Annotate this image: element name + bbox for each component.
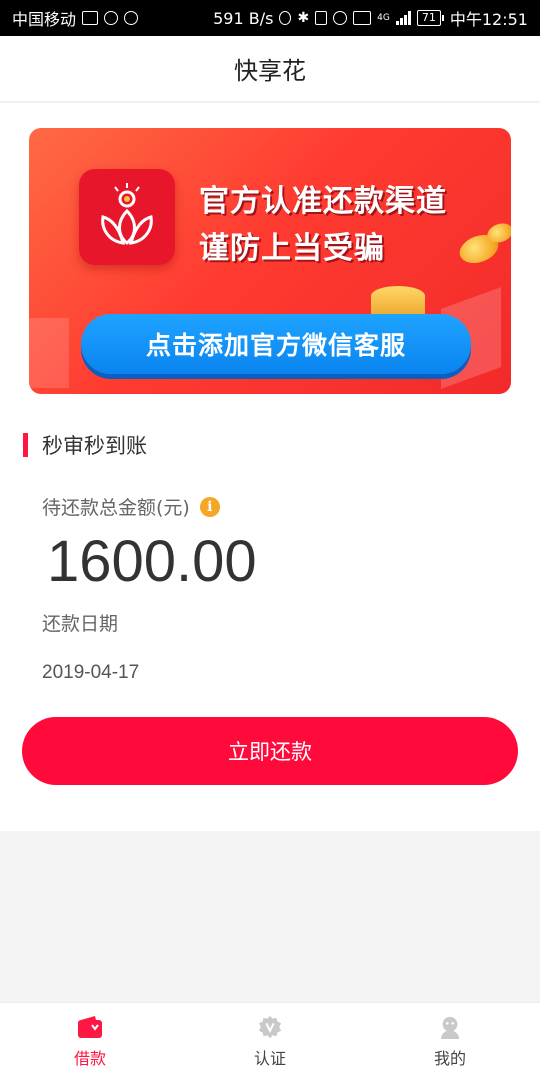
repay-now-button[interactable]: 立即还款 (22, 717, 518, 785)
amount-label: 待还款总金额(元) (42, 497, 190, 519)
clock: 中午12:51 (449, 10, 528, 29)
page-title: 快享花 (234, 57, 306, 85)
section-header: 秒审秒到账 (23, 431, 147, 459)
section-title: 秒审秒到账 (42, 434, 147, 458)
nav-item-mine[interactable]: 我的 (360, 1003, 540, 1080)
user-icon (440, 1016, 460, 1039)
due-date-label: 还款日期 (42, 613, 119, 635)
banner-headline: 官方认准还款渠道 (199, 184, 447, 219)
message-icon (124, 11, 139, 25)
vibrate-icon (315, 11, 328, 25)
nav-label-loan: 借款 (73, 1048, 106, 1068)
verified-badge-icon (258, 1015, 282, 1038)
bluetooth-icon: ✱ (297, 10, 310, 26)
lotus-logo-icon (79, 169, 175, 265)
amount-value: 1600.00 (47, 529, 257, 594)
signal-icon (395, 11, 411, 25)
battery-level: 71 (416, 10, 441, 26)
location-icon (279, 11, 292, 25)
nav-label-verify: 认证 (253, 1048, 286, 1068)
amount-label-row: 待还款总金额(元) i (42, 493, 220, 520)
nav-item-loan[interactable]: 借款 (0, 1003, 180, 1080)
carrier-label: 中国移动 (12, 10, 77, 29)
nav-item-verify[interactable]: 认证 (180, 1003, 360, 1080)
main-content: 官方认准还款渠道 谨防上当受骗 点击添加官方微信客服 秒审秒到账 待还款总金额(… (0, 103, 540, 831)
due-date-value: 2019-04-17 (42, 662, 140, 683)
nav-label-mine: 我的 (433, 1048, 466, 1068)
promo-banner[interactable]: 官方认准还款渠道 谨防上当受骗 点击添加官方微信客服 (29, 128, 511, 394)
network-type: 4G (377, 13, 390, 23)
wallet-icon (78, 1015, 102, 1038)
banner-subheadline: 谨防上当受骗 (199, 231, 385, 266)
app-header: 快享花 (0, 36, 540, 102)
activity-icon (82, 11, 99, 25)
network-speed: 591 B/s (213, 8, 274, 28)
alarm-icon (333, 11, 348, 25)
battery-icon: 71 (416, 10, 444, 26)
section-accent-bar (23, 433, 28, 457)
bottom-nav: 借款 认证 我的 (0, 1002, 540, 1080)
wechat-icon (104, 11, 119, 25)
status-bar: 中国移动 591 B/s ✱ 4G 71 中午12:51 (0, 0, 540, 36)
add-wechat-service-button[interactable]: 点击添加官方微信客服 (81, 314, 471, 374)
info-icon[interactable]: i (199, 496, 220, 517)
hd-icon (353, 11, 372, 25)
